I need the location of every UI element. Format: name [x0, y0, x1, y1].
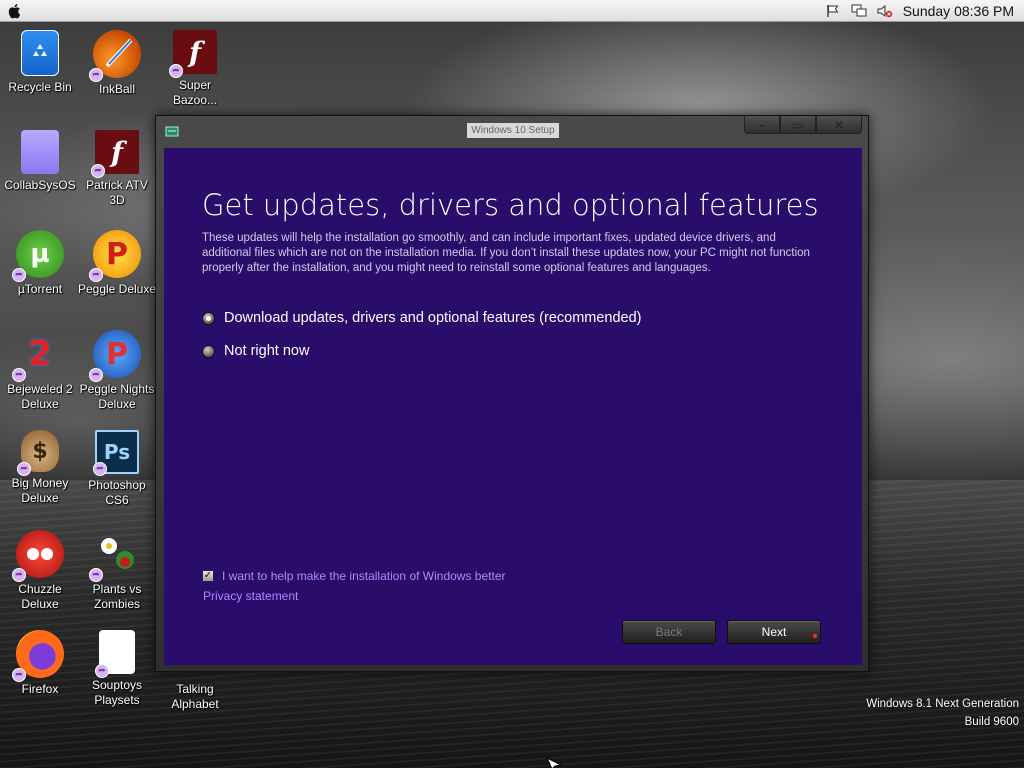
desktop-icon-peggle-deluxe[interactable]: P ➦ Peggle Deluxe — [77, 230, 157, 320]
volume-muted-icon[interactable] — [877, 3, 893, 19]
privacy-statement-link[interactable]: Privacy statement — [203, 589, 298, 603]
help-checkbox-row[interactable]: ✓ I want to help make the installation o… — [202, 569, 505, 583]
setup-app-icon — [165, 122, 179, 141]
maximize-icon: ▭ — [792, 117, 804, 132]
blank-app-icon: ➦ — [95, 630, 135, 678]
desktop-icon-peggle-nights[interactable]: P ➦ Peggle Nights Deluxe — [77, 330, 157, 420]
window-title: Windows 10 Setup — [467, 123, 559, 138]
desktop-icon-photoshop[interactable]: Ps ➦ Photoshop CS6 — [77, 430, 157, 520]
desktop-icon-big-money[interactable]: $ ➦ Big Money Deluxe — [0, 430, 80, 520]
shortcut-arrow-icon: ➦ — [89, 568, 103, 582]
desktop-icon-inkball[interactable]: ➦ InkBall — [77, 30, 157, 120]
window-controls: – ▭ ✕ — [744, 116, 862, 134]
network-icon[interactable] — [851, 3, 867, 19]
desktop-icon-souptoys[interactable]: ➦ Souptoys Playsets — [77, 630, 157, 720]
setup-content — [164, 148, 862, 665]
desktop-icon-chuzzle[interactable]: ➦ Chuzzle Deluxe — [0, 530, 80, 620]
page-title: Get updates, drivers and optional featur… — [202, 188, 819, 222]
option-download-updates-label: Download updates, drivers and optional f… — [224, 310, 642, 326]
checkmark-icon: ✓ — [203, 570, 213, 581]
apple-menu-icon[interactable] — [0, 0, 30, 22]
shortcut-arrow-icon: ➦ — [89, 268, 103, 282]
shortcut-arrow-icon: ➦ — [91, 164, 105, 178]
close-button[interactable]: ✕ — [816, 116, 862, 134]
shortcut-arrow-icon: ➦ — [12, 268, 26, 282]
shortcut-arrow-icon: ➦ — [93, 462, 107, 476]
mouse-cursor-icon — [545, 755, 563, 768]
desktop-icon-super-bazooka[interactable]: f ➦ Super Bazoo... — [155, 30, 235, 120]
maximize-button[interactable]: ▭ — [780, 116, 816, 134]
photoshop-icon: Ps ➦ — [93, 430, 139, 476]
desktop-icon-patrick-atv[interactable]: f ➦ Patrick ATV 3D — [77, 130, 157, 220]
watermark-build: Build 9600 — [964, 716, 1019, 728]
menu-clock[interactable]: Sunday 08:36 PM — [903, 3, 1014, 19]
shortcut-arrow-icon: ➦ — [169, 64, 183, 78]
page-description: These updates will help the installation… — [202, 232, 810, 274]
help-checkbox[interactable]: ✓ — [202, 570, 214, 582]
flash-icon: f ➦ — [91, 130, 139, 178]
desktop-icon-firefox[interactable]: ➦ Firefox — [0, 630, 80, 720]
peggle-nights-icon: P ➦ — [89, 330, 141, 382]
flag-icon[interactable] — [825, 3, 841, 19]
desktop-icon-plants-vs-zombies[interactable]: ➦ Plants vs Zombies — [77, 530, 157, 620]
desktop-icon-recycle-bin[interactable]: Recycle Bin — [0, 30, 80, 120]
firefox-icon: ➦ — [12, 630, 64, 682]
recycle-bin-icon — [21, 30, 59, 76]
folder-icon — [21, 130, 59, 174]
peggle-icon: P ➦ — [89, 230, 141, 282]
desktop-icon-bejeweled-2[interactable]: 2 ➦ Bejeweled 2 Deluxe — [0, 330, 80, 420]
next-button[interactable]: Next — [727, 620, 821, 644]
option-not-right-now-label: Not right now — [224, 343, 310, 359]
menu-bar: Sunday 08:36 PM — [0, 0, 1024, 22]
title-bar[interactable]: Windows 10 Setup – ▭ ✕ — [156, 116, 868, 144]
option-not-right-now[interactable]: Not right now — [202, 343, 309, 359]
shortcut-arrow-icon: ➦ — [12, 568, 26, 582]
inkball-icon: ➦ — [89, 30, 141, 82]
watermark-edition: Windows 8.1 Next Generation — [866, 698, 1019, 710]
focus-indicator — [813, 634, 817, 638]
back-button[interactable]: Back — [622, 620, 716, 644]
radio-download-updates[interactable] — [202, 311, 215, 325]
minimize-icon: – — [759, 117, 765, 132]
money-bag-icon: $ ➦ — [17, 430, 59, 476]
shortcut-arrow-icon: ➦ — [89, 368, 103, 382]
plants-icon: ➦ — [89, 530, 141, 582]
shortcut-arrow-icon: ➦ — [89, 68, 103, 82]
radio-not-right-now[interactable] — [202, 344, 215, 358]
shortcut-arrow-icon: ➦ — [12, 368, 26, 382]
desktop-icon-collabsysos[interactable]: CollabSysOS — [0, 130, 80, 220]
flash-icon: f ➦ — [169, 30, 217, 78]
utorrent-icon: µ ➦ — [12, 230, 64, 282]
next-button-label: Next — [761, 625, 787, 639]
desktop-icon-utorrent[interactable]: µ ➦ µTorrent — [0, 230, 80, 320]
option-download-updates[interactable]: Download updates, drivers and optional f… — [202, 310, 642, 326]
shortcut-arrow-icon: ➦ — [17, 462, 31, 476]
bejeweled-icon: 2 ➦ — [12, 330, 64, 382]
windows-watermark: Windows 8.1 Next Generation Build 9600 — [866, 695, 1019, 731]
help-checkbox-label[interactable]: I want to help make the installation of … — [222, 569, 505, 583]
chuzzle-icon: ➦ — [12, 530, 64, 582]
minimize-button[interactable]: – — [744, 116, 780, 134]
shortcut-arrow-icon: ➦ — [95, 664, 109, 678]
close-icon: ✕ — [833, 117, 845, 132]
shortcut-arrow-icon: ➦ — [12, 668, 26, 682]
